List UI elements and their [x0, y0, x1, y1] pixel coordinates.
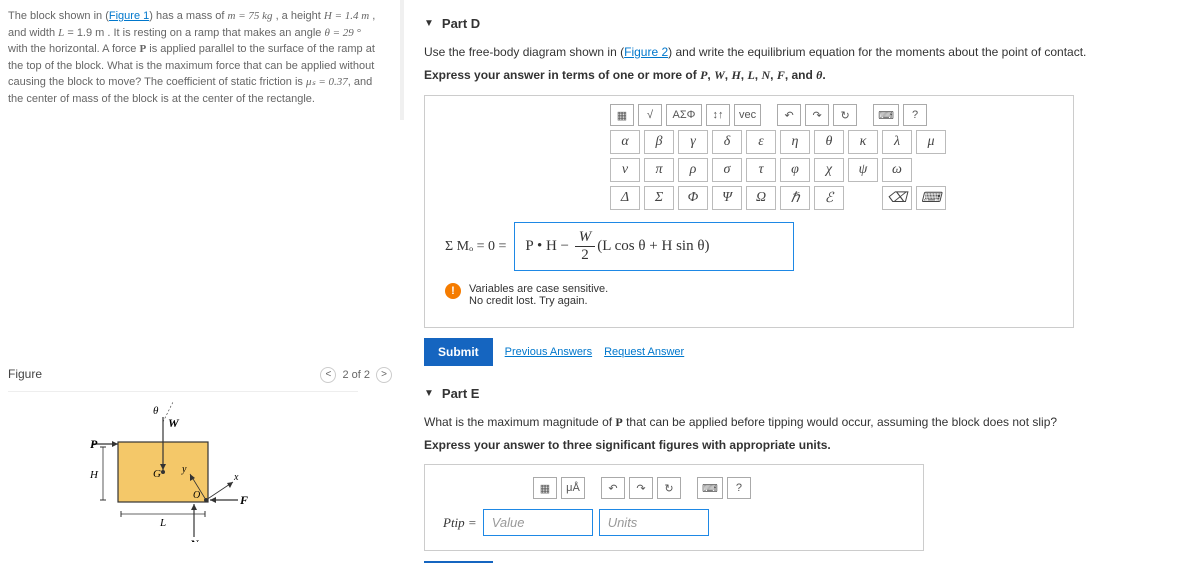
part-d-answer-box: ▦ √ ΑΣΦ ↕↑ vec ↶ ↷ ↻ ⌨ ? αβγδεηθκλμ νπρσ…	[424, 95, 1074, 328]
figure-label: Figure < 2 of 2 >	[8, 367, 392, 381]
greek-key-Δ[interactable]: Δ	[610, 186, 640, 210]
part-e-answer-box: ▦ μÅ ↶ ↷ ↻ ⌨ ? Ptip = Value Units	[424, 464, 924, 551]
keyboard-button[interactable]: ⌨	[873, 104, 899, 126]
svg-text:x: x	[233, 472, 239, 483]
part-d-header[interactable]: ▼ Part D	[424, 16, 1180, 31]
warning-icon: !	[445, 283, 461, 299]
greek-key-τ[interactable]: τ	[746, 158, 776, 182]
greek-key-ψ[interactable]: ψ	[848, 158, 878, 182]
greek-key-δ[interactable]: δ	[712, 130, 742, 154]
greek-key-ρ[interactable]: ρ	[678, 158, 708, 182]
column-divider[interactable]	[400, 0, 404, 120]
greek-key-Σ[interactable]: Σ	[644, 186, 674, 210]
greek-key-φ[interactable]: φ	[780, 158, 810, 182]
figure2-link[interactable]: Figure 2	[624, 45, 668, 59]
template-button-e[interactable]: ▦	[533, 477, 557, 499]
greek-key-θ[interactable]: θ	[814, 130, 844, 154]
greek-key-α[interactable]: α	[610, 130, 640, 154]
part-d-hint: Express your answer in terms of one or m…	[424, 68, 1180, 83]
redo-button-e[interactable]: ↷	[629, 477, 653, 499]
svg-text:y: y	[181, 464, 187, 475]
arrows-button[interactable]: ↕↑	[706, 104, 730, 126]
svg-text:O: O	[193, 490, 200, 501]
greek-key-ν[interactable]: ν	[610, 158, 640, 182]
equation-label: Σ Mₒ = 0 =	[445, 239, 506, 255]
greek-key-λ[interactable]: λ	[882, 130, 912, 154]
svg-text:N: N	[189, 537, 200, 542]
figure1-link[interactable]: Figure 1	[109, 10, 149, 22]
request-answer-link-d[interactable]: Request Answer	[604, 346, 684, 358]
vec-button[interactable]: vec	[734, 104, 761, 126]
greek-key-γ[interactable]: γ	[678, 130, 708, 154]
reset-button-e[interactable]: ↻	[657, 477, 681, 499]
greek-key-β[interactable]: β	[644, 130, 674, 154]
greek-key-μ[interactable]: μ	[916, 130, 946, 154]
help-button-e[interactable]: ?	[727, 477, 751, 499]
undo-button-e[interactable]: ↶	[601, 477, 625, 499]
greek-button[interactable]: ΑΣΦ	[666, 104, 702, 126]
equation-input[interactable]: P • H − W2(L cos θ + H sin θ)	[514, 222, 794, 271]
keyboard-button-e[interactable]: ⌨	[697, 477, 723, 499]
part-e-instruction: What is the maximum magnitude of P that …	[424, 413, 1180, 432]
greek-key-ε[interactable]: ε	[746, 130, 776, 154]
value-input[interactable]: Value	[483, 509, 593, 536]
problem-statement: The block shown in (Figure 1) has a mass…	[8, 8, 392, 107]
svg-text:W: W	[168, 416, 180, 430]
svg-text:P: P	[90, 437, 98, 451]
part-e-header[interactable]: ▼ Part E	[424, 386, 1180, 401]
undo-button[interactable]: ↶	[777, 104, 801, 126]
units-input[interactable]: Units	[599, 509, 709, 536]
reset-button[interactable]: ↻	[833, 104, 857, 126]
ptip-label: Ptip =	[443, 515, 477, 531]
help-button[interactable]: ?	[903, 104, 927, 126]
sqrt-button[interactable]: √	[638, 104, 662, 126]
greek-key-χ[interactable]: χ	[814, 158, 844, 182]
previous-answers-link[interactable]: Previous Answers	[505, 346, 592, 358]
part-e-hint: Express your answer to three significant…	[424, 438, 1180, 452]
part-d-submit-button[interactable]: Submit	[424, 338, 493, 366]
redo-button[interactable]: ↷	[805, 104, 829, 126]
greek-key-ℏ[interactable]: ℏ	[780, 186, 810, 210]
template-button[interactable]: ▦	[610, 104, 634, 126]
greek-key-⌫[interactable]: ⌫	[882, 186, 912, 210]
svg-text:G: G	[153, 468, 161, 480]
svg-text:H: H	[89, 469, 99, 481]
greek-key-π[interactable]: π	[644, 158, 674, 182]
greek-key-Φ[interactable]: Φ	[678, 186, 708, 210]
caret-down-icon: ▼	[424, 388, 434, 399]
greek-key-ω[interactable]: ω	[882, 158, 912, 182]
greek-key-Ω[interactable]: Ω	[746, 186, 776, 210]
figure-page-indicator: 2 of 2	[342, 369, 370, 381]
svg-text:F: F	[239, 493, 248, 507]
greek-key-Ψ[interactable]: Ψ	[712, 186, 742, 210]
greek-key-ℰ[interactable]: ℰ	[814, 186, 844, 210]
figure-prev-button[interactable]: <	[320, 367, 336, 383]
caret-down-icon: ▼	[424, 18, 434, 29]
greek-key-η[interactable]: η	[780, 130, 810, 154]
greek-key-σ[interactable]: σ	[712, 158, 742, 182]
part-d-instruction: Use the free-body diagram shown in (Figu…	[424, 43, 1180, 62]
greek-palette: αβγδεηθκλμ νπρστφχψω ΔΣΦΨΩℏℰ ⌫⌨	[610, 130, 1065, 210]
svg-text:L: L	[159, 517, 166, 529]
figure-canvas: G O P H L	[8, 391, 358, 551]
svg-text:θ: θ	[153, 405, 159, 417]
warning-text: Variables are case sensitive. No credit …	[469, 283, 608, 307]
figure-next-button[interactable]: >	[376, 367, 392, 383]
units-button[interactable]: μÅ	[561, 477, 585, 499]
greek-key-⌨[interactable]: ⌨	[916, 186, 946, 210]
greek-key-κ[interactable]: κ	[848, 130, 878, 154]
